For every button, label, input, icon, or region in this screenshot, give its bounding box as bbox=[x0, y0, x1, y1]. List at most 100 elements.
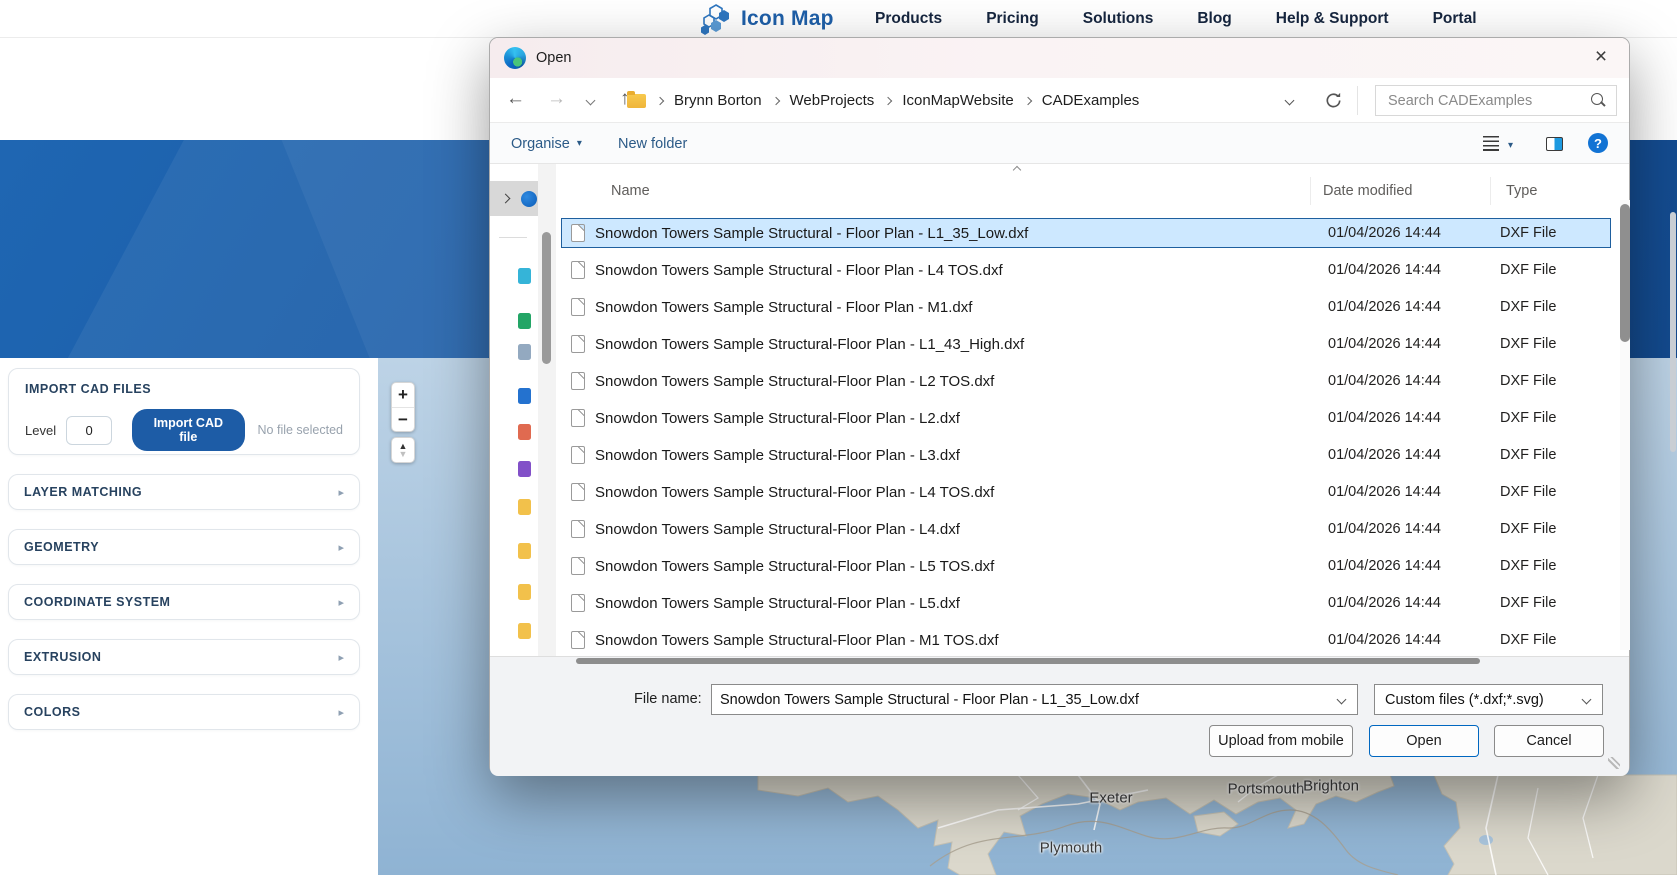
forward-icon[interactable]: → bbox=[547, 88, 566, 110]
zoom-in-button[interactable]: + bbox=[392, 383, 414, 407]
import-cad-button[interactable]: Import CAD file bbox=[132, 409, 244, 451]
file-row[interactable]: Snowdon Towers Sample Structural-Floor P… bbox=[561, 514, 1611, 544]
section-geometry[interactable]: GEOMETRY▸ bbox=[8, 529, 360, 565]
file-row[interactable]: Snowdon Towers Sample Structural-Floor P… bbox=[561, 625, 1611, 655]
file-icon bbox=[571, 520, 585, 538]
file-row[interactable]: Snowdon Towers Sample Structural-Floor P… bbox=[561, 551, 1611, 581]
tree-folder-icon[interactable] bbox=[518, 461, 531, 477]
breadcrumb: Brynn Borton WebProjects IconMapWebsite CAD… bbox=[627, 78, 1139, 123]
resize-grip[interactable] bbox=[1608, 757, 1620, 769]
file-date-modified: 01/04/2026 14:44 bbox=[1328, 484, 1500, 500]
breadcrumb-item[interactable]: WebProjects bbox=[790, 92, 875, 109]
tree-folder-icon[interactable] bbox=[518, 623, 531, 639]
open-file-dialog: Open × ← → ↑ Brynn BortonWebProjectsIcon… bbox=[489, 37, 1630, 775]
file-type-select[interactable]: Custom files (*.dxf;*.svg) bbox=[1374, 684, 1603, 715]
file-icon bbox=[571, 557, 585, 575]
tree-folder-icon[interactable] bbox=[518, 543, 531, 559]
close-icon[interactable]: × bbox=[1587, 45, 1615, 69]
file-icon bbox=[571, 298, 585, 316]
nav-item-products[interactable]: Products bbox=[875, 10, 942, 28]
file-row[interactable]: Snowdon Towers Sample Structural-Floor P… bbox=[561, 403, 1611, 433]
scroll-up-icon[interactable] bbox=[1013, 166, 1021, 174]
new-folder-button[interactable]: New folder bbox=[618, 123, 687, 164]
breadcrumb-item[interactable]: Brynn Borton bbox=[674, 92, 762, 109]
file-icon bbox=[571, 594, 585, 612]
nav-item-blog[interactable]: Blog bbox=[1197, 10, 1231, 28]
brand-name: Icon Map bbox=[741, 7, 834, 31]
dialog-navigation-bar: ← → ↑ Brynn BortonWebProjectsIconMapWebs… bbox=[490, 78, 1629, 123]
file-row[interactable]: Snowdon Towers Sample Structural-Floor P… bbox=[561, 440, 1611, 470]
open-button[interactable]: Open bbox=[1369, 725, 1479, 757]
divider bbox=[499, 237, 527, 238]
tree-folder-icon[interactable] bbox=[518, 424, 531, 440]
back-icon[interactable]: ← bbox=[506, 88, 525, 110]
nav-item-pricing[interactable]: Pricing bbox=[986, 10, 1039, 28]
nav-item-solutions[interactable]: Solutions bbox=[1083, 10, 1154, 28]
file-list: Snowdon Towers Sample Structural - Floor… bbox=[561, 218, 1611, 662]
dialog-title-bar[interactable]: Open × bbox=[490, 38, 1629, 78]
file-name-dropdown-icon[interactable] bbox=[1337, 695, 1347, 705]
file-row[interactable]: Snowdon Towers Sample Structural-Floor P… bbox=[561, 588, 1611, 618]
file-row[interactable]: Snowdon Towers Sample Structural-Floor P… bbox=[561, 477, 1611, 507]
view-list-icon[interactable] bbox=[1483, 136, 1499, 151]
view-dropdown-icon[interactable]: ▾ bbox=[1508, 140, 1513, 151]
edge-browser-icon bbox=[504, 47, 526, 69]
file-name-input[interactable] bbox=[712, 692, 1338, 708]
tree-folder-icon[interactable] bbox=[518, 584, 531, 600]
tree-scrollbar-thumb[interactable] bbox=[542, 232, 551, 364]
nav-item-help-support[interactable]: Help & Support bbox=[1276, 10, 1389, 28]
file-date-modified: 01/04/2026 14:44 bbox=[1328, 336, 1500, 352]
page-scrollbar-thumb[interactable] bbox=[1670, 212, 1676, 452]
file-row[interactable]: Snowdon Towers Sample Structural - Floor… bbox=[561, 292, 1611, 322]
column-date-modified[interactable]: Date modified bbox=[1323, 183, 1412, 199]
preview-pane-icon[interactable] bbox=[1546, 137, 1563, 151]
tilt-control[interactable]: ▲ ▼ bbox=[391, 437, 415, 463]
list-scrollbar-thumb[interactable] bbox=[1620, 204, 1630, 342]
file-row[interactable]: Snowdon Towers Sample Structural - Floor… bbox=[561, 255, 1611, 285]
zoom-out-button[interactable]: − bbox=[392, 407, 414, 431]
file-icon bbox=[571, 446, 585, 464]
folder-icon[interactable] bbox=[627, 94, 646, 108]
organise-caret-icon: ▾ bbox=[577, 138, 582, 149]
upload-from-mobile-button[interactable]: Upload from mobile bbox=[1209, 725, 1353, 757]
file-row[interactable]: Snowdon Towers Sample Structural-Floor P… bbox=[561, 329, 1611, 359]
file-date-modified: 01/04/2026 14:44 bbox=[1328, 225, 1500, 241]
breadcrumb-item[interactable]: IconMapWebsite bbox=[902, 92, 1013, 109]
recent-locations-icon[interactable] bbox=[586, 96, 596, 106]
tree-folder-icon[interactable] bbox=[518, 388, 531, 404]
column-name[interactable]: Name bbox=[611, 183, 650, 199]
horizontal-scrollbar-thumb[interactable] bbox=[576, 658, 1480, 664]
file-name-combo bbox=[711, 684, 1358, 715]
file-icon bbox=[571, 631, 585, 649]
column-divider[interactable] bbox=[1310, 177, 1311, 205]
section-extrusion[interactable]: EXTRUSION▸ bbox=[8, 639, 360, 675]
column-type[interactable]: Type bbox=[1506, 183, 1537, 199]
tree-folder-icon[interactable] bbox=[518, 313, 531, 329]
file-date-modified: 01/04/2026 14:44 bbox=[1328, 447, 1500, 463]
search-input[interactable] bbox=[1376, 93, 1589, 109]
tree-folder-icon[interactable] bbox=[518, 499, 531, 515]
tree-expand-icon[interactable] bbox=[501, 194, 511, 204]
file-type: DXF File bbox=[1500, 336, 1610, 352]
file-name: Snowdon Towers Sample Structural-Floor P… bbox=[595, 558, 1328, 575]
section-layer-matching[interactable]: LAYER MATCHING▸ bbox=[8, 474, 360, 510]
sidebar-panel: IMPORT CAD FILES Level Import CAD file N… bbox=[0, 358, 378, 875]
section-coordinate-system[interactable]: COORDINATE SYSTEM▸ bbox=[8, 584, 360, 620]
brand[interactable]: Icon Map bbox=[700, 3, 834, 35]
column-headers: Name Date modified Type bbox=[561, 174, 1611, 210]
column-divider[interactable] bbox=[1490, 177, 1491, 205]
help-icon[interactable]: ? bbox=[1588, 133, 1608, 153]
organise-menu[interactable]: Organise ▾ bbox=[511, 123, 582, 164]
nav-item-portal[interactable]: Portal bbox=[1433, 10, 1477, 28]
tree-folder-icon[interactable] bbox=[518, 268, 531, 284]
section-label: EXTRUSION bbox=[24, 650, 101, 664]
breadcrumb-item[interactable]: CADExamples bbox=[1042, 92, 1140, 109]
level-input[interactable] bbox=[66, 416, 112, 445]
refresh-icon[interactable] bbox=[1324, 91, 1343, 110]
tree-folder-icon[interactable] bbox=[518, 344, 531, 360]
file-row[interactable]: Snowdon Towers Sample Structural - Floor… bbox=[561, 218, 1611, 248]
address-dropdown-icon[interactable] bbox=[1285, 96, 1295, 106]
section-colors[interactable]: COLORS▸ bbox=[8, 694, 360, 730]
file-row[interactable]: Snowdon Towers Sample Structural-Floor P… bbox=[561, 366, 1611, 396]
cancel-button[interactable]: Cancel bbox=[1494, 725, 1604, 757]
